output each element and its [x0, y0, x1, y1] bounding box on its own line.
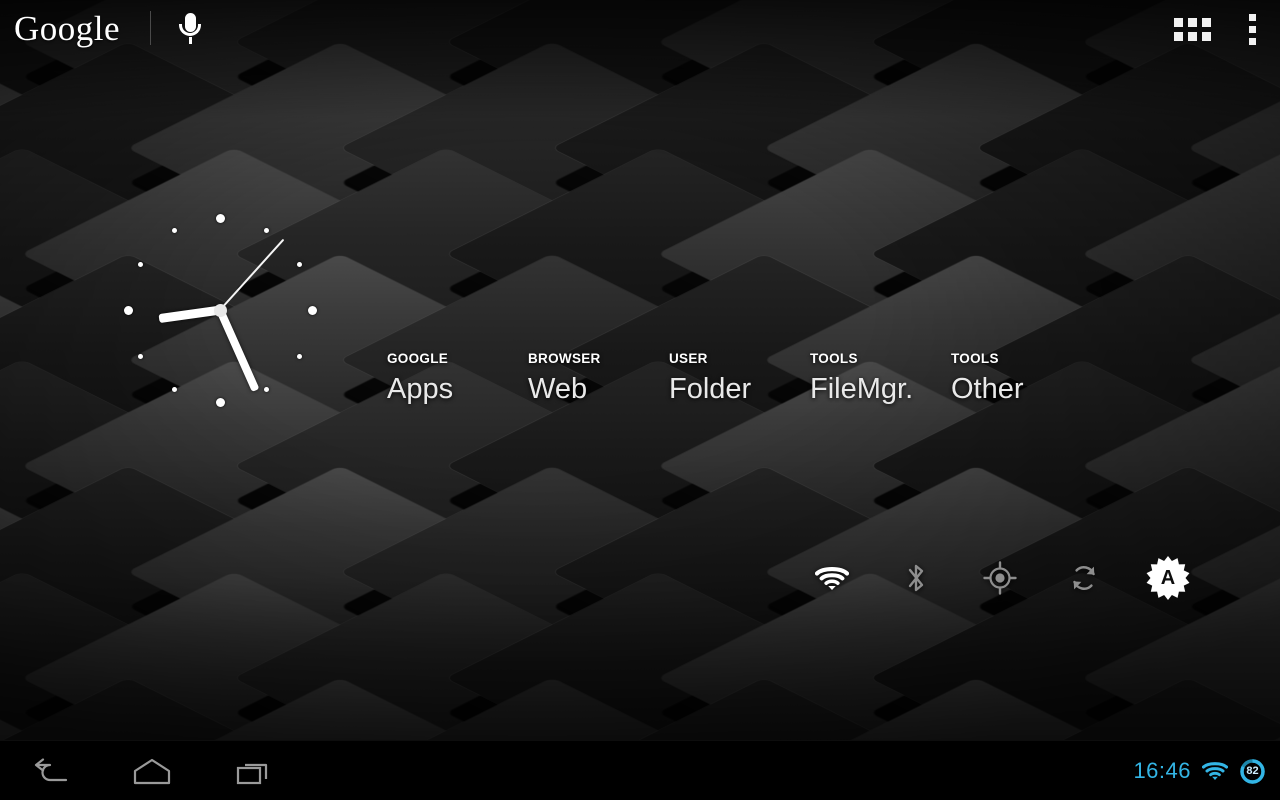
shortcut-label: Other: [951, 372, 1024, 405]
clock-tick: [171, 227, 177, 233]
clock-tick: [263, 387, 269, 393]
power-control-widget: A: [790, 552, 1210, 604]
home-button[interactable]: [128, 749, 176, 793]
wifi-toggle[interactable]: [790, 552, 874, 604]
shortcut-label: Web: [528, 372, 588, 405]
gps-toggle[interactable]: [958, 552, 1042, 604]
google-search-bar[interactable]: Google: [14, 4, 203, 52]
recent-apps-icon: [236, 763, 268, 784]
shortcut-label: Apps: [387, 372, 454, 405]
clock-tick: [215, 397, 225, 407]
bluetooth-toggle[interactable]: [874, 552, 958, 604]
apps-grid-icon[interactable]: [1174, 17, 1211, 41]
back-arrow-icon: [34, 758, 68, 782]
nav-buttons: [26, 741, 278, 800]
google-logo[interactable]: Google: [14, 11, 120, 46]
shortcut-category: BROWSER: [528, 351, 601, 366]
shortcut-folder[interactable]: USER Folder: [669, 352, 810, 404]
clock-tick: [215, 213, 225, 223]
shortcut-category: GOOGLE: [387, 351, 449, 366]
battery-status-icon[interactable]: 82: [1239, 758, 1266, 785]
clock-tick: [297, 261, 303, 267]
battery-level-text: 82: [1246, 764, 1259, 777]
analog-clock-widget[interactable]: [110, 200, 330, 420]
clock-tick: [137, 353, 143, 359]
wifi-icon: [815, 566, 849, 590]
sync-icon: [1073, 566, 1095, 590]
clock-tick: [123, 305, 133, 315]
shortcut-category: TOOLS: [951, 351, 999, 366]
bluetooth-icon: [908, 564, 924, 592]
clock-tick: [297, 353, 303, 359]
sync-toggle[interactable]: [1042, 552, 1126, 604]
back-button[interactable]: [26, 749, 74, 793]
search-divider: [150, 11, 152, 45]
shortcut-web[interactable]: BROWSER Web: [528, 352, 669, 404]
shortcut-filemgr[interactable]: TOOLS FileMgr.: [810, 352, 951, 404]
wifi-status-icon[interactable]: [1202, 761, 1228, 781]
shortcut-other[interactable]: TOOLS Other: [951, 352, 1092, 404]
top-bar-actions: [1174, 0, 1264, 58]
clock-tick: [171, 387, 177, 393]
status-area[interactable]: 16:46 82: [1133, 741, 1266, 800]
shortcut-apps[interactable]: GOOGLE Apps: [387, 352, 528, 404]
clock-tick: [137, 261, 143, 267]
top-bar: Google: [0, 0, 1280, 58]
brightness-toggle[interactable]: A: [1126, 552, 1210, 604]
shortcut-label: FileMgr.: [810, 372, 914, 405]
navigation-bar: 16:46 82: [0, 740, 1280, 800]
shortcut-label: Folder: [669, 372, 752, 405]
recents-button[interactable]: [230, 749, 278, 793]
gps-icon: [983, 561, 1017, 595]
overflow-menu-icon[interactable]: [1241, 13, 1264, 45]
brightness-mode-letter: A: [1160, 567, 1176, 589]
shortcut-row: GOOGLE Apps BROWSER Web USER Folder TOOL…: [387, 352, 1092, 404]
clock-center-pin: [213, 303, 227, 317]
shortcut-category: TOOLS: [810, 351, 858, 366]
status-clock[interactable]: 16:46: [1133, 758, 1191, 784]
clock-tick: [307, 305, 317, 315]
shortcut-category: USER: [669, 351, 708, 366]
home-screen: Google GOOGLE Apps BROWSER Web USER Fold…: [0, 0, 1280, 800]
clock-tick: [263, 227, 269, 233]
microphone-icon[interactable]: [177, 11, 203, 45]
home-icon: [133, 758, 171, 784]
